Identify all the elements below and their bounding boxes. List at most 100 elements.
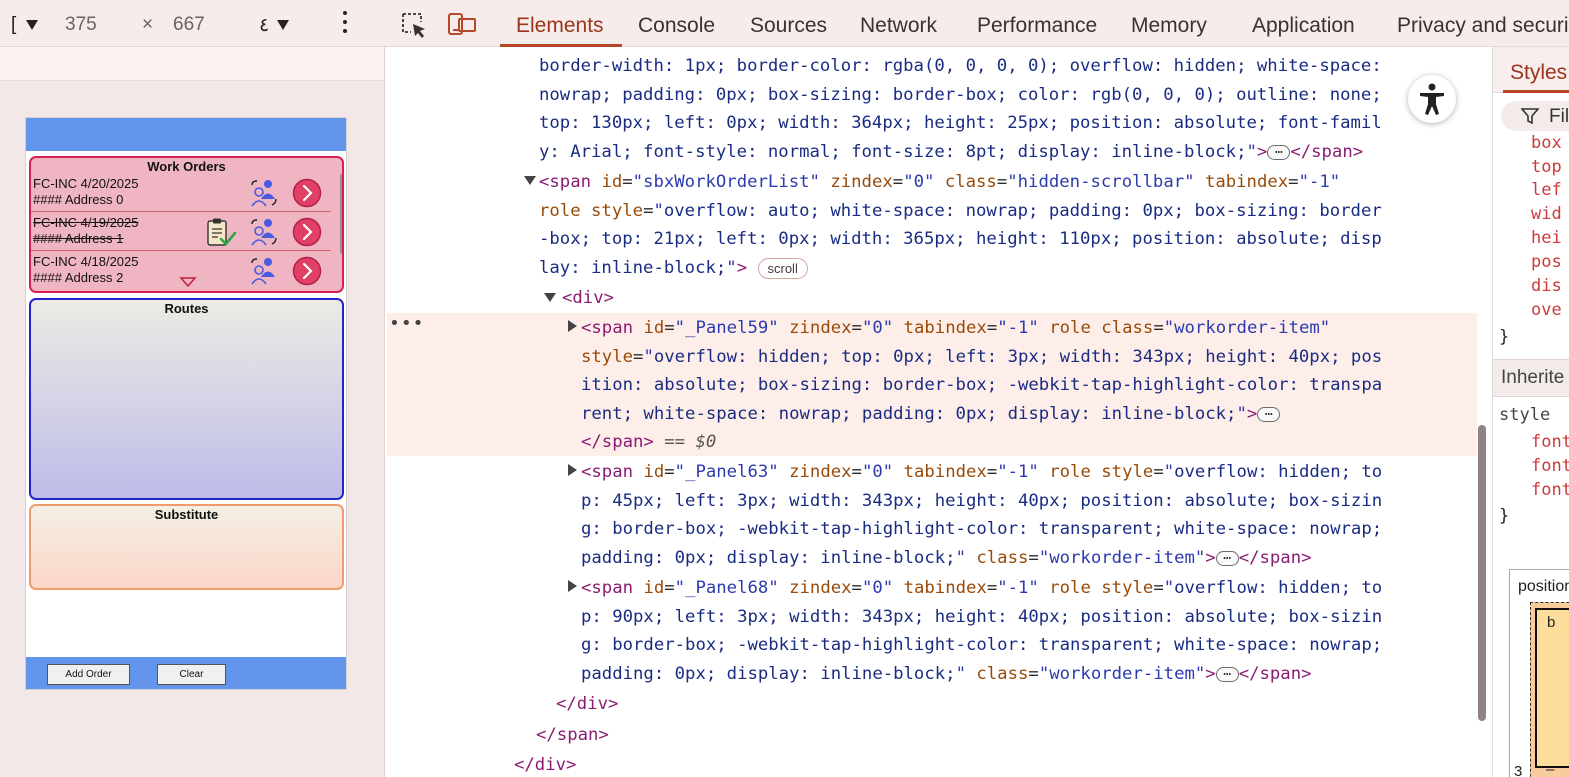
expand-arrow-icon[interactable] <box>568 464 577 476</box>
style-property[interactable]: font <box>1531 432 1569 452</box>
more-options-icon[interactable] <box>342 11 348 35</box>
code-line[interactable]: <span id="_Panel59" zindex="0" tabindex=… <box>581 314 1330 343</box>
code-line: g: border-box; -webkit-tap-highlight-col… <box>581 635 1383 655</box>
expand-arrow-icon[interactable] <box>568 320 577 332</box>
zoom-chevron-down-icon[interactable] <box>277 20 289 30</box>
collapsed-content-ellipsis[interactable]: … <box>1267 143 1291 160</box>
code-line: g: border-box; -webkit-tap-highlight-col… <box>581 519 1383 539</box>
node-actions-ellipsis-icon[interactable]: ••• <box>389 309 425 338</box>
tab-network[interactable]: Network <box>860 14 937 38</box>
rule-close-brace: } <box>1499 327 1510 347</box>
tab-privacy-and-security[interactable]: Privacy and securi <box>1397 14 1569 38</box>
phone-viewport: Work Orders FC-INC 4/20/2025 #### Addres… <box>25 117 347 690</box>
dimensions-chevron-down-icon[interactable] <box>26 20 38 30</box>
style-property[interactable]: lef <box>1531 180 1562 200</box>
width-input[interactable]: 375 <box>65 14 97 36</box>
filter-icon <box>1521 108 1539 125</box>
style-property[interactable]: pos <box>1531 252 1562 272</box>
substitute-panel: Substitute <box>29 504 344 590</box>
box-model-border-label: b <box>1547 614 1556 631</box>
code-line: p: 90px; left: 3px; width: 343px; height… <box>581 607 1383 627</box>
styles-filter-input[interactable]: Fil <box>1501 101 1569 131</box>
style-property[interactable]: ove <box>1531 300 1562 320</box>
tab-sources[interactable]: Sources <box>750 14 827 38</box>
dimensions-dropdown-label[interactable]: [ <box>11 14 16 36</box>
styles-tab-indicator <box>1503 90 1569 93</box>
reassign-users-icon[interactable] <box>249 257 279 285</box>
tab-application[interactable]: Application <box>1252 14 1355 38</box>
work-order-item[interactable]: FC-INC 4/19/2025 #### Address 1 <box>31 213 331 251</box>
code-line[interactable]: <span id="_Panel63" zindex="0" tabindex=… <box>581 458 1382 487</box>
accessibility-icon[interactable] <box>1408 75 1456 123</box>
style-property[interactable]: dis <box>1531 276 1562 296</box>
tab-elements[interactable]: Elements <box>516 14 604 38</box>
style-property[interactable]: font <box>1531 456 1569 476</box>
reassign-users-icon[interactable] <box>249 179 279 207</box>
box-model-diagram: position mar b 3 – <box>1509 569 1569 777</box>
code-line: <span id="sbxWorkOrderList" zindex="0" c… <box>539 172 1341 192</box>
collapsed-content-ellipsis[interactable]: … <box>1257 405 1281 422</box>
collapsed-content-ellipsis[interactable]: … <box>1215 549 1239 566</box>
collapsed-content-ellipsis[interactable]: … <box>1215 665 1239 682</box>
expand-arrow-icon[interactable] <box>568 580 577 592</box>
code-line: -box; top: 21px; left: 0px; width: 365px… <box>539 229 1382 249</box>
routes-panel: Routes <box>29 298 344 500</box>
times-separator: × <box>142 14 154 35</box>
work-orders-scrollbar[interactable] <box>340 174 342 254</box>
code-line: y: Arial; font-style: normal; font-size:… <box>539 141 1364 162</box>
inspect-element-icon[interactable] <box>400 11 428 39</box>
work-orders-title: Work Orders <box>147 159 226 174</box>
zoom-dropdown-label[interactable]: ٤ <box>259 14 269 37</box>
code-line: padding: 0px; display: inline-block;" cl… <box>581 663 1312 684</box>
open-order-chevron-right-icon[interactable] <box>292 217 322 247</box>
devtools-window: [ 375 × 667 ٤ Work Orders FC-INC 4/20/20… <box>0 0 1569 777</box>
tab-console[interactable]: Console <box>638 14 715 38</box>
code-line: ition: absolute; box-sizing: border-box;… <box>581 375 1383 395</box>
code-line: <div> <box>562 288 615 308</box>
work-orders-panel: Work Orders FC-INC 4/20/2025 #### Addres… <box>29 156 344 293</box>
tab-styles[interactable]: Styles <box>1510 61 1567 85</box>
style-property[interactable]: box <box>1531 133 1562 153</box>
box-model-border[interactable]: b <box>1535 608 1569 768</box>
height-input[interactable]: 667 <box>173 14 205 36</box>
tab-performance[interactable]: Performance <box>977 14 1097 38</box>
style-selector: style <box>1499 405 1551 425</box>
add-order-button[interactable]: Add Order <box>47 664 130 685</box>
code-line: </span> == $0 <box>581 432 717 452</box>
code-line: </div> <box>514 755 577 775</box>
code-line[interactable]: <span id="_Panel68" zindex="0" tabindex=… <box>581 574 1382 603</box>
open-order-chevron-right-icon[interactable] <box>292 178 322 208</box>
device-toggle-icon[interactable] <box>447 11 477 37</box>
elements-scrollbar[interactable] <box>1478 425 1486 721</box>
device-toolbar: [ 375 × 667 ٤ <box>0 0 385 47</box>
code-line: border-width: 1px; border-color: rgba(0,… <box>539 56 1382 76</box>
open-order-chevron-right-icon[interactable] <box>292 256 322 286</box>
elements-tree[interactable]: ••• border-width: 1px; border-color: rgb… <box>385 47 1492 777</box>
box-model-left-value[interactable]: 3 <box>1514 763 1522 777</box>
work-order-item[interactable]: FC-INC 4/20/2025 #### Address 0 <box>31 174 331 212</box>
inherited-label: Inherite <box>1501 367 1565 388</box>
work-order-title: FC-INC 4/19/2025 <box>33 215 139 230</box>
style-property[interactable]: top <box>1531 157 1562 177</box>
code-line: style="overflow: hidden; top: 0px; left:… <box>581 347 1383 367</box>
tab-memory[interactable]: Memory <box>1131 14 1207 38</box>
style-property[interactable]: font <box>1531 480 1569 500</box>
scroll-badge[interactable]: scroll <box>757 257 808 279</box>
clear-button[interactable]: Clear <box>157 664 226 685</box>
box-model-position-label: position <box>1518 578 1569 595</box>
work-order-title: FC-INC 4/18/2025 <box>33 254 139 269</box>
code-line: role style="overflow: auto; white-space:… <box>539 201 1382 221</box>
devtools-tab-bar: Elements Console Sources Network Perform… <box>385 0 1569 47</box>
style-property[interactable]: wid <box>1531 204 1562 224</box>
scroll-down-triangle-icon[interactable] <box>179 276 197 288</box>
rule-close-brace: } <box>1499 506 1510 526</box>
inherited-section-header: Inherite <box>1493 359 1569 397</box>
style-property[interactable]: hei <box>1531 228 1562 248</box>
expand-arrow-icon[interactable] <box>544 293 556 302</box>
work-order-address: #### Address 1 <box>33 231 124 246</box>
code-line: top: 130px; left: 0px; width: 364px; hei… <box>539 113 1382 133</box>
styles-pane: Styles Fil box top lef wid hei pos dis o… <box>1492 47 1569 777</box>
expand-arrow-icon[interactable] <box>524 176 536 185</box>
reassign-users-icon[interactable] <box>249 218 279 246</box>
code-line: </div> <box>556 694 619 714</box>
